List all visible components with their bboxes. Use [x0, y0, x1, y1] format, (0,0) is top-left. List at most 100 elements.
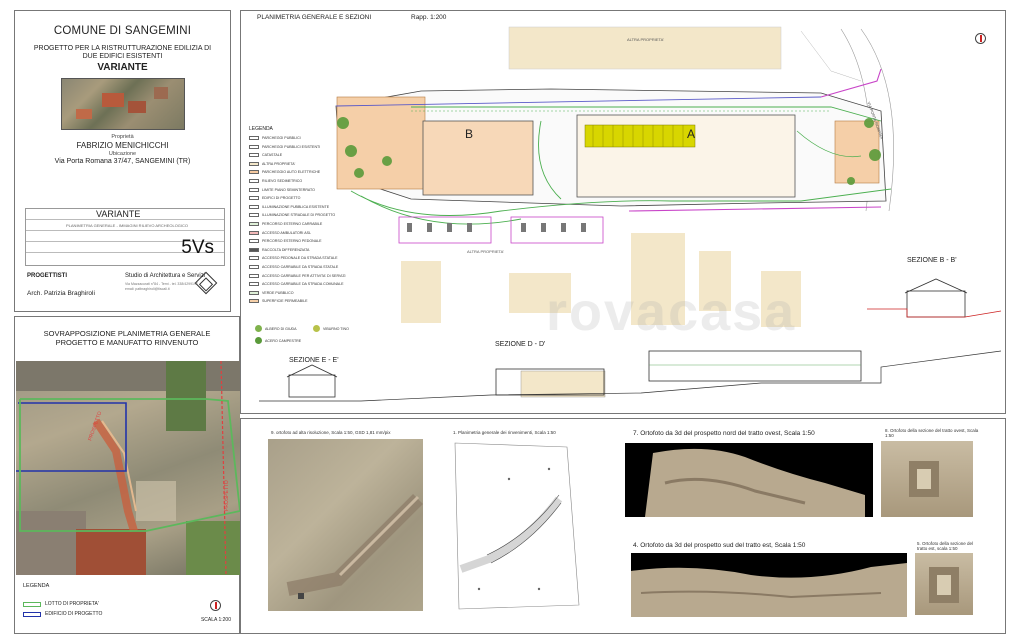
- tree-legend-item: ALBERO DI GIUDA: [255, 325, 297, 332]
- other-property-bottom: [401, 261, 441, 323]
- legend-swatch: [249, 144, 259, 149]
- legend-swatch: [249, 170, 259, 175]
- building-swatch: [23, 611, 41, 617]
- plan-legend-item: ACCESSO AMBULATORI ASL: [249, 230, 311, 235]
- legend-label: LOTTO DI PROPRIETA': [45, 601, 99, 607]
- other-property-bottom-label: ALTRA PROPRIETA': [467, 249, 505, 254]
- legend-swatch: [249, 187, 259, 192]
- owner-name: FABRIZIO MENICHICCHI: [76, 141, 169, 151]
- legend-swatch: [249, 179, 259, 183]
- tree-icon: [313, 325, 320, 332]
- plan-legend-item: ACCESSO CARRABILE DA STRADA COMUNALE: [249, 282, 343, 287]
- legend-label: RILIEVO SEDIMETRICO: [262, 179, 303, 183]
- plan-legend-item: RACCOLTA DIFFERENZIATA: [249, 247, 310, 252]
- orthophoto-9-drawing: [286, 494, 423, 599]
- legend-label: RACCOLTA DIFFERENZIATA: [262, 247, 310, 252]
- legend-label: LIMITE PIANO SEMINTERRATO: [262, 187, 315, 192]
- plan-legend-item: PERCORSO ESTERNO PEDONALE: [249, 239, 322, 244]
- overlay-aerial-photo: PROSPETTO PROSPETTO: [16, 361, 240, 575]
- overlay-drawing: PROSPETTO PROSPETTO: [16, 361, 240, 575]
- section-bb-label: SEZIONE B - B': [907, 257, 957, 264]
- legend-label: ACCESSO AMBULATORI ASL: [262, 230, 311, 235]
- detail-panel: 9. ortofoto ad alta risoluzione, Scala 1…: [240, 418, 1006, 634]
- solar-panels: [584, 124, 696, 148]
- overlay-legend-title: LEGENDA: [23, 583, 50, 589]
- orthophoto-4-drawing: [631, 563, 907, 617]
- plan-legend-item: PARCHEGGIO AUTO ELETTRICHE: [249, 170, 321, 175]
- orthophoto-7-drawing: [645, 448, 865, 517]
- legend-label: PERCORSO ESTERNO CARRABILE: [262, 222, 323, 226]
- survey-plan-drawing: [454, 442, 580, 610]
- variant-title: VARIANTE: [97, 62, 148, 74]
- legend-label: ACCESSO CARRABILE PER ATTIVITA' DI SERVI…: [262, 273, 346, 278]
- legend-label: VIBURNO TINO: [323, 326, 349, 331]
- plan-legend-item: RILIEVO SEDIMETRICO: [249, 179, 302, 183]
- legend-swatch: [249, 273, 259, 278]
- plan-legend-item: EDIFICI DI PROGETTO: [249, 196, 300, 201]
- legend-label: PARCHEGGIO AUTO ELETTRICHE: [262, 170, 321, 175]
- caption-1: 1. Planimetria generale dei rinvenimenti…: [453, 430, 556, 435]
- plan-legend-item: ILLUMINAZIONE STRADALE DI PROGETTO: [249, 213, 335, 218]
- legend-item-building: EDIFICIO DI PROGETTO: [23, 611, 102, 617]
- section-e-building: [288, 374, 336, 398]
- overlay-title: SOVRAPPOSIZIONE PLANIMETRIA GENERALE PRO…: [15, 329, 239, 347]
- overlay-panel: SOVRAPPOSIZIONE PLANIMETRIA GENERALE PRO…: [14, 316, 240, 634]
- tree-icon: [255, 325, 262, 332]
- caption-9: 9. ortofoto ad alta risoluzione, Scala 1…: [271, 430, 391, 435]
- legend-swatch: [249, 299, 259, 304]
- section-ee-label: SEZIONE E - E': [289, 357, 339, 364]
- caption-5: 5. Ortofoto della sezione del tratto est…: [917, 541, 974, 551]
- legend-label: ILLUMINAZIONE PUBBLICA ESISTENTE: [262, 204, 330, 209]
- legend-swatch: [249, 222, 259, 226]
- plan-legend-item: ILLUMINAZIONE PUBBLICA ESISTENTE: [249, 204, 330, 209]
- overlay-title-line-1: SOVRAPPOSIZIONE PLANIMETRIA GENERALE: [43, 329, 211, 338]
- caption-8: 8. Ortofoto della sezione del tratto ove…: [885, 428, 979, 438]
- building-b: [422, 120, 534, 196]
- overlay-title-line-2: PROGETTO E MANUFATTO RINVENUTO: [55, 338, 199, 347]
- plan-panel: PLANIMETRIA GENERALE E SEZIONI Rapp. 1:2…: [240, 10, 1006, 414]
- location-label: Ubicazione: [108, 151, 137, 158]
- orthophoto-8: [881, 441, 973, 517]
- plan-legend-item: CATASTALE: [249, 153, 282, 158]
- legend-swatch: [249, 239, 259, 244]
- designers-label: PROGETTISTI: [27, 273, 68, 279]
- plan-legend-item: SUPERFICIE PERMEABILE: [249, 299, 308, 304]
- lot-swatch: [23, 601, 41, 607]
- orthophoto-8-drawing: [909, 461, 939, 497]
- legend-swatch: [249, 213, 259, 218]
- plan-legend-item: ACCESSO CARRABILE DA STRADA STATALE: [249, 265, 338, 269]
- orthophoto-9: [268, 439, 423, 611]
- studio-contacts: Via Mazzacurati n°84 - Terni - tel. 338/…: [125, 282, 198, 291]
- project-line-1: PROGETTO PER LA RISTRUTTURAZIONE EDILIZI…: [33, 45, 212, 52]
- legend-swatch: [249, 136, 259, 140]
- overlay-scale: SCALA 1:200: [200, 617, 231, 623]
- legend-swatch: [249, 153, 259, 158]
- project-description: PROGETTO PER LA RISTRUTTURAZIONE EDILIZI…: [21, 45, 224, 61]
- project-line-2: DUE EDIFICI ESISTENTI: [82, 53, 163, 61]
- section-b-building: [906, 290, 966, 318]
- legend-label: SUPERFICIE PERMEABILE: [262, 299, 308, 304]
- legend-label: ACCESSO CARRABILE DA STRADA STATALE: [262, 265, 339, 269]
- legend-label: PERCORSO ESTERNO PEDONALE: [262, 239, 322, 244]
- legend-label: PARCHEGGI PUBBLICI ESISTENTI: [262, 144, 321, 149]
- legend-label: ALBERO DI GIUDA: [265, 326, 297, 331]
- aerial-thumbnail: [60, 78, 185, 131]
- legend-label: VERDE PUBBLICO: [262, 290, 294, 295]
- caption-4: 4. Ortofoto da 3d del prospetto sud del …: [633, 542, 806, 549]
- orthophoto-5-drawing: [929, 567, 959, 603]
- legend-swatch: [249, 256, 259, 261]
- plan-legend-item: ALTRA PROPRIETA': [249, 161, 295, 166]
- tree-legend-item: ACERO CAMPESTRE: [255, 337, 301, 344]
- orthophoto-7: [625, 443, 873, 517]
- sheet-code: 5Vs: [181, 237, 214, 258]
- legend-swatch: [249, 230, 259, 235]
- studio-name: Studio di Architettura e Servizi: [125, 273, 206, 279]
- site-address: Via Porta Romana 37/47, SANGEMINI (TR): [54, 158, 191, 166]
- architect-name: Arch. Patrizia Braghiroli: [27, 290, 95, 297]
- legend-swatch: [249, 282, 259, 287]
- title-block: COMUNE DI SANGEMINI PROGETTO PER LA RIST…: [14, 10, 231, 312]
- section-profile: [259, 350, 1002, 402]
- plan-legend-item: ACCESSO PEDONALE DA STRADA STATALE: [249, 256, 338, 261]
- building-b-label: B: [465, 127, 474, 141]
- tree-icon: [255, 337, 262, 344]
